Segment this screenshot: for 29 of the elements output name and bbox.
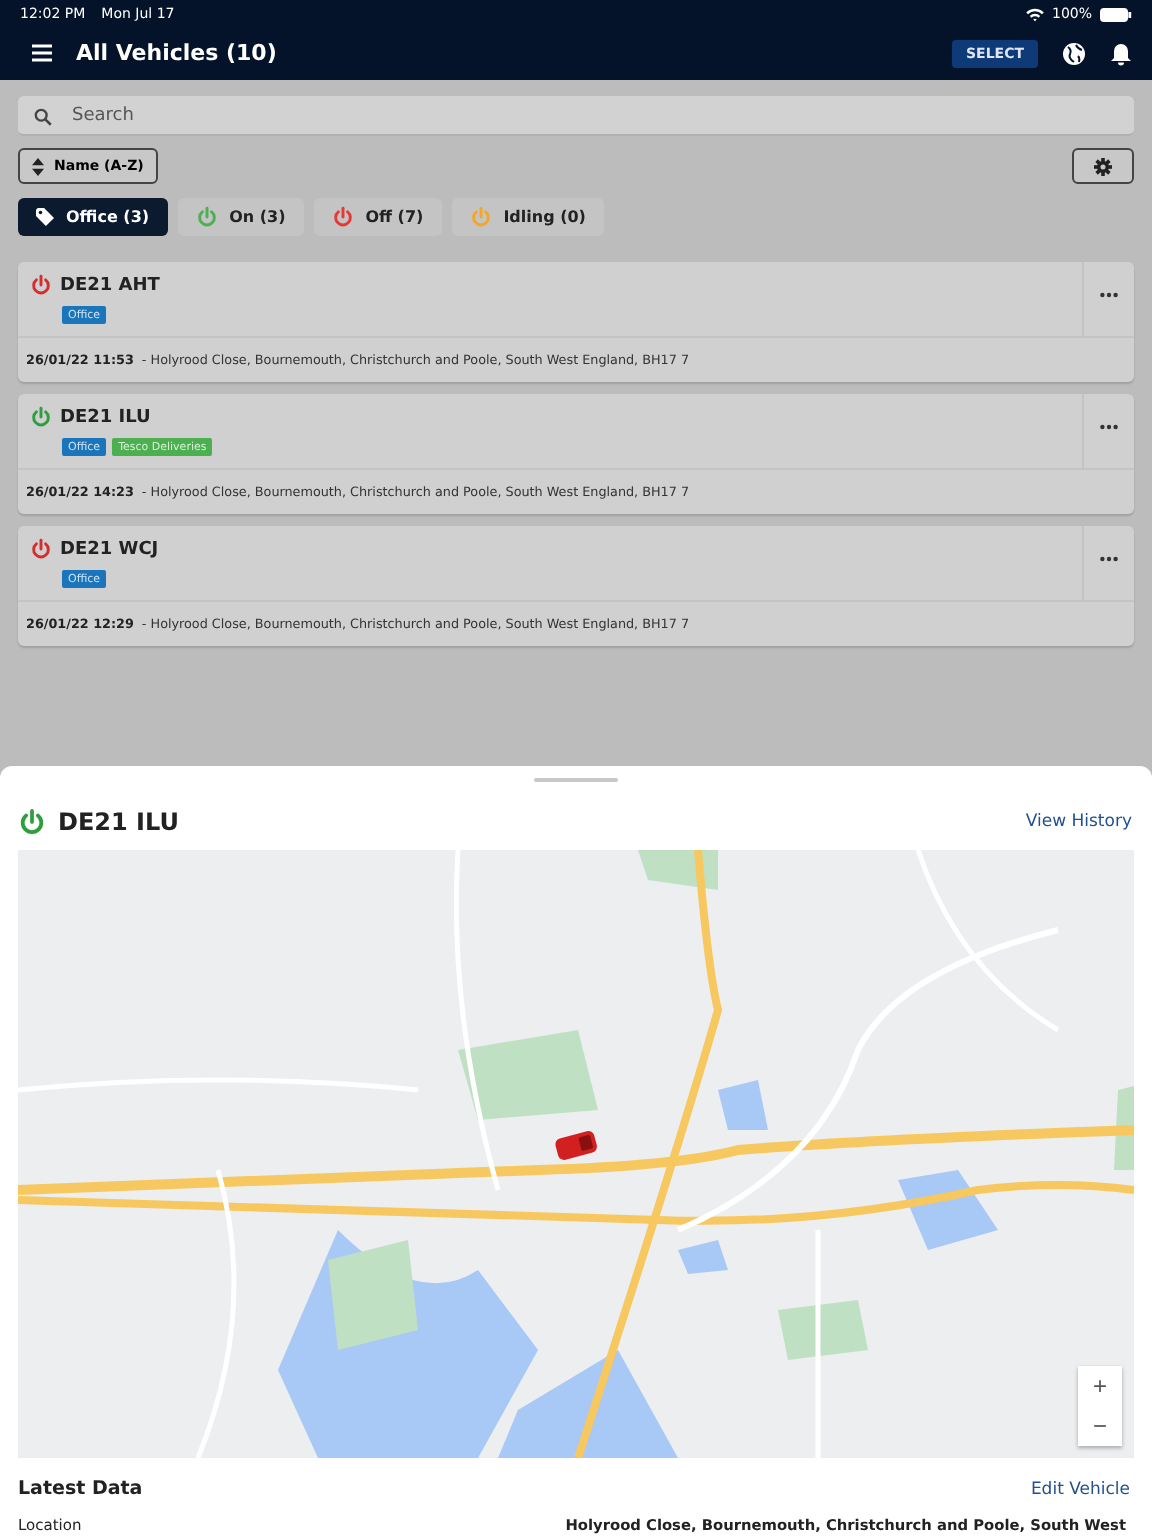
vehicle-name: DE21 WCJ <box>60 539 159 559</box>
page-title: All Vehicles (10) <box>76 40 279 66</box>
settings-button[interactable] <box>1072 148 1134 184</box>
more-icon <box>1100 424 1118 430</box>
filter-chip[interactable]: On (3) <box>177 198 304 236</box>
section-title: Latest Data <box>18 1478 143 1500</box>
battery-icon <box>1100 7 1132 21</box>
search-field[interactable]: Search <box>18 96 1134 136</box>
filter-chip[interactable]: Office (3) <box>18 198 168 236</box>
more-icon <box>1100 292 1118 298</box>
menu-icon[interactable] <box>32 44 52 62</box>
bell-icon[interactable] <box>1110 41 1132 65</box>
edit-vehicle-link[interactable]: Edit Vehicle <box>1030 1479 1130 1499</box>
map-drawing[interactable] <box>18 850 1134 1458</box>
filter-chip[interactable]: Idling (0) <box>451 198 604 236</box>
vehicle-name: DE21 ILU <box>60 407 151 427</box>
zoom-in-button[interactable]: + <box>1078 1366 1122 1406</box>
settings-icon <box>1094 157 1112 175</box>
filter-chip[interactable]: Off (7) <box>313 198 442 236</box>
vehicle-title: DE21 ILU <box>58 808 179 836</box>
sheet-handle[interactable] <box>534 778 618 782</box>
tag-icon <box>36 208 54 226</box>
more-icon <box>1100 556 1118 562</box>
view-history-link[interactable]: View History <box>1025 812 1132 832</box>
vehicle-name: DE21 AHT <box>60 275 160 295</box>
zoom-out-button[interactable]: − <box>1078 1406 1122 1446</box>
globe-icon[interactable] <box>1062 41 1086 65</box>
wifi-icon <box>1025 7 1044 21</box>
sort-icon <box>32 157 44 175</box>
